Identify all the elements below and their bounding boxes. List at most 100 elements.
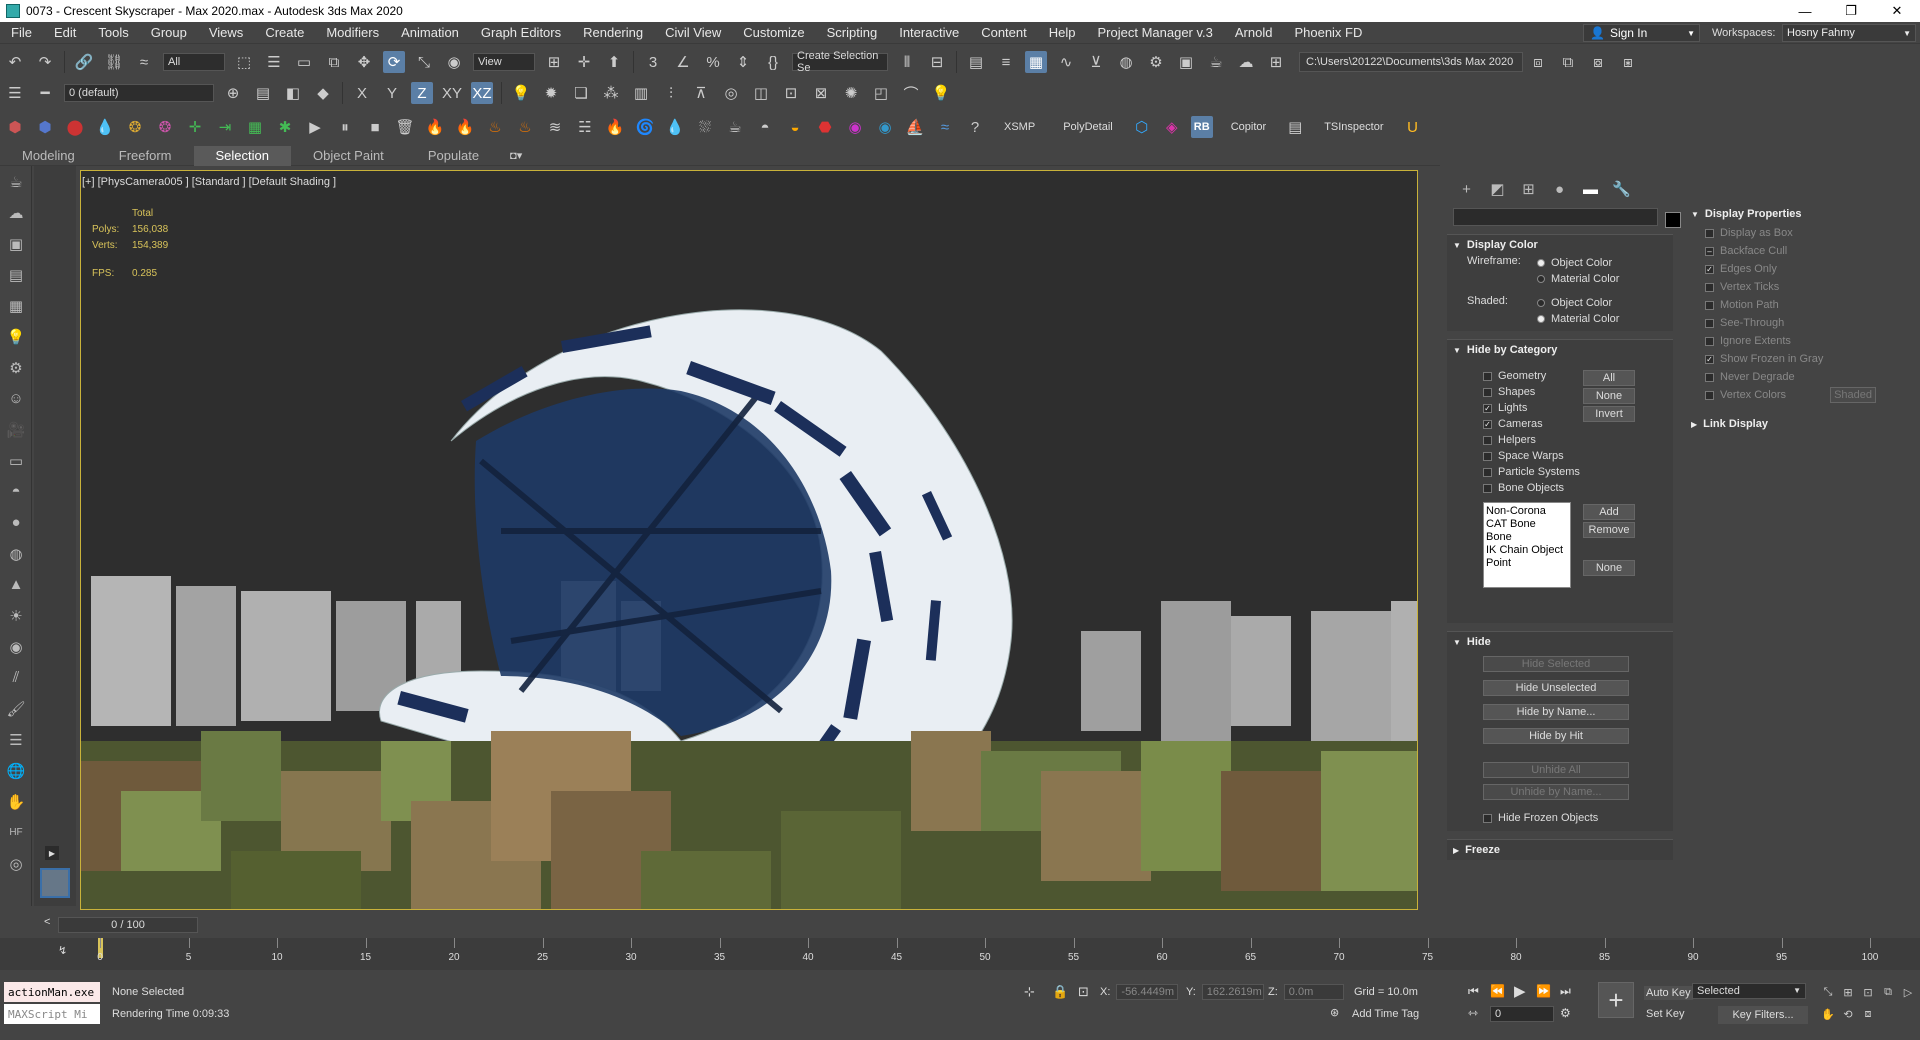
- show-frozen-gray-checkbox[interactable]: ✓ Show Frozen in Gray: [1685, 350, 1911, 368]
- polydetail-button[interactable]: PolyDetail: [1049, 121, 1127, 133]
- render-setup-icon[interactable]: ⚙: [1145, 51, 1167, 73]
- fire-sim-icon[interactable]: 🔥: [454, 116, 476, 138]
- yellow-emitter-icon[interactable]: ❂: [124, 116, 146, 138]
- hide-unselected-button[interactable]: Hide Unselected: [1483, 680, 1629, 696]
- ball-icon[interactable]: ◉: [0, 631, 32, 662]
- viewport[interactable]: [80, 170, 1418, 910]
- menu-create[interactable]: Create: [254, 25, 315, 40]
- menu-project-manager[interactable]: Project Manager v.3: [1087, 25, 1224, 40]
- menu-rendering[interactable]: Rendering: [572, 25, 654, 40]
- layer-hide-icon[interactable]: ━: [34, 82, 56, 104]
- add-time-tag-icon[interactable]: ⊛: [1330, 1006, 1339, 1019]
- fire-multi-icon[interactable]: ♨: [484, 116, 506, 138]
- copitor-button[interactable]: Copitor: [1217, 121, 1280, 133]
- rendered-frame-icon[interactable]: ▣: [1175, 51, 1197, 73]
- green-grid-icon[interactable]: ▦: [244, 116, 266, 138]
- angle-snap-icon[interactable]: ∠: [672, 51, 694, 73]
- globe-icon[interactable]: 🌐: [0, 755, 32, 786]
- orbit-icon[interactable]: ⟲: [1839, 1005, 1857, 1023]
- sun-icon[interactable]: ☀: [0, 600, 32, 631]
- list-item[interactable]: CAT Bone: [1486, 518, 1568, 531]
- key-set-dropdown[interactable]: Selected ▼: [1692, 983, 1806, 999]
- unlink-icon[interactable]: ⛓: [103, 51, 125, 73]
- clone-align-icon[interactable]: ⫶: [660, 82, 682, 104]
- category-helpers-checkbox[interactable]: Helpers: [1483, 432, 1580, 448]
- go-to-end-icon[interactable]: ⏭: [1560, 984, 1571, 999]
- prev-key-icon[interactable]: ⏪: [1490, 984, 1505, 998]
- hand-icon[interactable]: ✋: [0, 786, 32, 817]
- normal-align-icon[interactable]: ⊼: [690, 82, 712, 104]
- flame-icon[interactable]: 🔥: [604, 116, 626, 138]
- display-tab-icon[interactable]: ▬: [1575, 181, 1606, 198]
- list-item[interactable]: Bone: [1486, 531, 1568, 544]
- set-key-button[interactable]: Set Key: [1646, 1008, 1685, 1020]
- list-add-button[interactable]: Add: [1583, 504, 1635, 520]
- axis-y-button[interactable]: Y: [381, 82, 403, 104]
- vortex-icon[interactable]: 🌀: [634, 116, 656, 138]
- rotate-icon[interactable]: ⟳: [383, 51, 405, 73]
- rect-selection-icon[interactable]: ▭: [293, 51, 315, 73]
- expand-arrow-icon[interactable]: ▶: [45, 846, 59, 860]
- time-config-icon[interactable]: ⚙: [1560, 1006, 1571, 1020]
- edit-named-sets-icon[interactable]: {}: [762, 51, 784, 73]
- water-drop-icon[interactable]: 💧: [94, 116, 116, 138]
- spacing-tool-icon[interactable]: ▥: [630, 82, 652, 104]
- maxscript-listener-field[interactable]: actionMan.exe: [4, 982, 100, 1002]
- menu-edit[interactable]: Edit: [43, 25, 87, 40]
- current-frame-field[interactable]: 0: [1490, 1006, 1554, 1022]
- ocean-icon[interactable]: ⛵: [904, 116, 926, 138]
- redo-icon[interactable]: ↷: [34, 51, 56, 73]
- zoom-extents-icon[interactable]: ⊡: [1859, 983, 1877, 1001]
- menu-views[interactable]: Views: [198, 25, 254, 40]
- scene-explorer-icon[interactable]: ≡: [995, 51, 1017, 73]
- set-key-big-button[interactable]: +: [1598, 982, 1634, 1018]
- undo-icon[interactable]: ↶: [4, 51, 26, 73]
- category-cameras-checkbox[interactable]: ✓ Cameras: [1483, 416, 1580, 432]
- green-arrow-icon[interactable]: ⇥: [214, 116, 236, 138]
- keyboard-shortcut-icon[interactable]: ⬆: [603, 51, 625, 73]
- material-editor-icon[interactable]: ◍: [1115, 51, 1137, 73]
- play-animation-icon[interactable]: ▶: [1514, 982, 1526, 1000]
- plugin-u-icon[interactable]: U: [1402, 116, 1424, 138]
- hide-by-category-header[interactable]: ▼ Hide by Category: [1447, 340, 1673, 360]
- paint-icon[interactable]: 🖌: [0, 693, 32, 724]
- teapot-icon[interactable]: ☕: [0, 166, 32, 197]
- freeze-header[interactable]: ▶ Freeze: [1447, 840, 1673, 860]
- document-icon[interactable]: ▤: [0, 259, 32, 290]
- category-none-button[interactable]: None: [1583, 388, 1635, 404]
- category-geometry-checkbox[interactable]: Geometry: [1483, 368, 1580, 384]
- align-view-icon[interactable]: ◫: [750, 82, 772, 104]
- modify-tab-icon[interactable]: ◩: [1482, 180, 1513, 198]
- category-bone-objects-checkbox[interactable]: Bone Objects: [1483, 480, 1580, 496]
- align-icon[interactable]: ⊟: [926, 51, 948, 73]
- render-production-icon[interactable]: ☕: [1205, 51, 1227, 73]
- unhide-all-button[interactable]: Unhide All: [1483, 762, 1629, 778]
- tab-modeling[interactable]: Modeling: [0, 146, 97, 166]
- display-color-header[interactable]: ▼ Display Color: [1447, 235, 1673, 255]
- next-key-icon[interactable]: ⏩: [1536, 984, 1551, 998]
- category-list[interactable]: Non-Corona CAT Bone Bone IK Chain Object…: [1483, 502, 1571, 588]
- layer-stack-icon[interactable]: ◆: [312, 82, 334, 104]
- category-space-warps-checkbox[interactable]: Space Warps: [1483, 448, 1580, 464]
- stack-icon[interactable]: ☰: [0, 724, 32, 755]
- hide-frozen-objects-checkbox[interactable]: Hide Frozen Objects: [1483, 810, 1598, 826]
- prev-frame-icon[interactable]: <: [44, 916, 50, 928]
- stop-icon[interactable]: ■: [364, 116, 386, 138]
- liquid-source-icon[interactable]: ⛆: [694, 116, 716, 138]
- viewport-save-icon[interactable]: ⧆: [1617, 51, 1639, 73]
- pink-emitter-icon[interactable]: ❂: [154, 116, 176, 138]
- mirror-icon[interactable]: ⫴: [896, 51, 918, 73]
- schematic-view-icon[interactable]: ⊻: [1085, 51, 1107, 73]
- list-item[interactable]: Non-Corona: [1486, 505, 1568, 518]
- hide-by-hit-button[interactable]: Hide by Hit: [1483, 728, 1629, 744]
- menu-interactive[interactable]: Interactive: [888, 25, 970, 40]
- align-camera-icon[interactable]: ◎: [720, 82, 742, 104]
- cloud-icon[interactable]: ☁: [0, 197, 32, 228]
- green-burst-icon[interactable]: ✱: [274, 116, 296, 138]
- object-name-field[interactable]: [1453, 208, 1658, 226]
- blue-swirl-icon[interactable]: ◉: [874, 116, 896, 138]
- axis-xy-button[interactable]: XY: [441, 82, 463, 104]
- layer-explorer-icon[interactable]: ▤: [965, 51, 987, 73]
- orbit-icon[interactable]: ⌒: [900, 82, 922, 104]
- add-time-tag-label[interactable]: Add Time Tag: [1352, 1008, 1419, 1020]
